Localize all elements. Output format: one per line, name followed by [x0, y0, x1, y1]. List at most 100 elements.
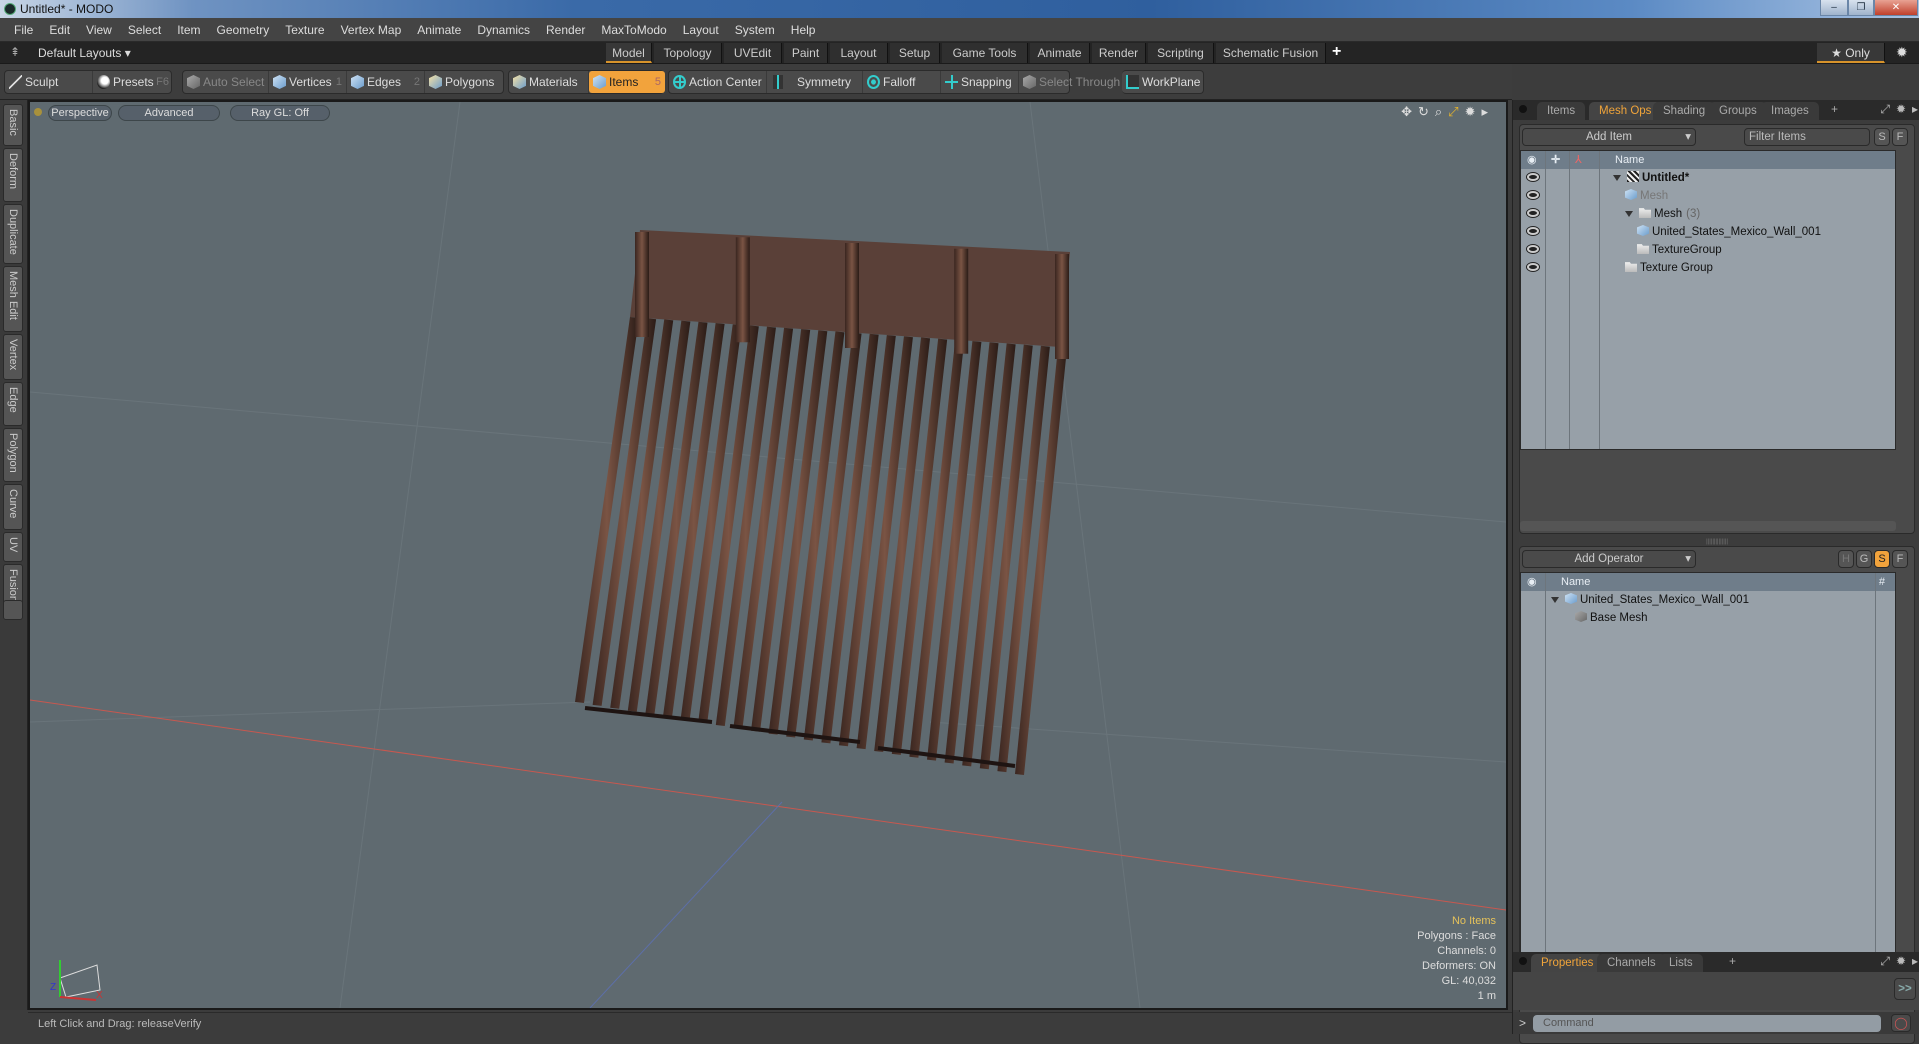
visibility-eye-icon[interactable] [1527, 173, 1539, 181]
expand-properties-button[interactable]: >> [1894, 978, 1916, 1000]
menu-file[interactable]: File [6, 23, 41, 37]
layout-tab-game-tools[interactable]: Game Tools [942, 43, 1028, 63]
items-button[interactable]: Items 5 [589, 71, 665, 93]
panel-expand-icon[interactable]: ⤢ [1880, 102, 1890, 117]
fit-icon[interactable]: ⤢ [1448, 104, 1458, 120]
command-input[interactable]: Command [1533, 1015, 1881, 1032]
add-operator-button[interactable]: Add Operator ▾ [1522, 550, 1696, 568]
panel-tab-mesh-ops[interactable]: Mesh Ops [1589, 102, 1662, 120]
advanced-button[interactable]: Advanced [118, 105, 220, 121]
panel-tab-channels[interactable]: Channels [1597, 954, 1666, 972]
left-tab-mesh-edit[interactable]: Mesh Edit [3, 266, 23, 332]
op-filter-s-button[interactable]: S [1874, 550, 1890, 568]
edges-button[interactable]: Edges 2 [347, 71, 425, 93]
op-filter-f-button[interactable]: F [1892, 550, 1908, 568]
view-type-button[interactable]: Perspective [48, 105, 112, 121]
add-panel-tab-button[interactable]: + [1729, 954, 1736, 968]
tree-row[interactable]: Texture Group [1521, 259, 1895, 277]
menu-geometry[interactable]: Geometry [209, 23, 278, 37]
3d-viewport[interactable]: Z X Perspective Advanced Ray GL: Off ✥ ↻… [28, 100, 1508, 1010]
restore-button[interactable]: ❐ [1848, 0, 1874, 16]
zoom-icon[interactable]: ⌕ [1435, 104, 1442, 120]
polygons-button[interactable]: Polygons [425, 71, 503, 93]
add-tab-button[interactable]: + [1332, 43, 1341, 61]
panel-more-icon[interactable]: ▸ [1912, 102, 1918, 116]
falloff-button[interactable]: Falloff [863, 71, 941, 93]
collapse-arrow-icon[interactable]: ⇞ [10, 45, 20, 59]
left-tab-edge[interactable]: Edge [3, 382, 23, 426]
panel-tab-images[interactable]: Images [1761, 102, 1819, 120]
menu-dynamics[interactable]: Dynamics [469, 23, 538, 37]
menu-help[interactable]: Help [783, 23, 824, 37]
panel-splitter[interactable]: |||||||||||||| [1519, 539, 1915, 545]
layout-tab-layout[interactable]: Layout [830, 43, 888, 63]
add-panel-tab-button[interactable]: + [1831, 102, 1838, 116]
s-toggle-button[interactable]: S [1874, 128, 1890, 146]
menu-select[interactable]: Select [120, 23, 169, 37]
pan-icon[interactable]: ✥ [1401, 104, 1412, 120]
add-item-button[interactable]: Add Item ▾ [1522, 128, 1696, 146]
viewport-menu-dot[interactable] [34, 108, 42, 116]
left-tab-duplicate[interactable]: Duplicate [3, 204, 23, 264]
only-toggle[interactable]: ★ Only [1817, 43, 1885, 63]
panel-menu-dot[interactable] [1519, 105, 1527, 113]
panel-tab-properties[interactable]: Properties [1531, 954, 1604, 972]
panel-tab-shading[interactable]: Shading [1653, 102, 1716, 120]
visibility-eye-icon[interactable] [1527, 191, 1539, 199]
expand-triangle-icon[interactable] [1613, 175, 1621, 181]
menu-item[interactable]: Item [169, 23, 208, 37]
filter-items-input[interactable]: Filter Items [1744, 128, 1870, 146]
menu-edit[interactable]: Edit [41, 23, 78, 37]
panel-menu-dot[interactable] [1519, 957, 1527, 965]
panel-gear-icon[interactable]: ✹ [1896, 954, 1906, 968]
visibility-eye-icon[interactable] [1527, 263, 1539, 271]
visibility-eye-icon[interactable] [1527, 245, 1539, 253]
left-tab-deform[interactable]: Deform [3, 148, 23, 202]
panel-tab-items[interactable]: Items [1537, 102, 1586, 120]
left-tab-basic[interactable]: Basic [3, 104, 23, 146]
action-center-button[interactable]: Action Center [669, 71, 767, 93]
visibility-eye-icon[interactable] [1527, 227, 1539, 235]
auto-select-button[interactable]: Auto Select [183, 71, 269, 93]
menu-texture[interactable]: Texture [277, 23, 332, 37]
panel-gear-icon[interactable]: ✹ [1896, 102, 1906, 116]
menu-system[interactable]: System [727, 23, 783, 37]
sculpt-button[interactable]: Sculpt [5, 71, 93, 93]
layout-tab-schematic-fusion[interactable]: Schematic Fusion [1216, 43, 1326, 63]
close-button[interactable]: ✕ [1874, 0, 1918, 16]
layout-tab-render[interactable]: Render [1092, 43, 1146, 63]
viewport-settings-gear-icon[interactable]: ✹ [1465, 104, 1476, 120]
op-filter-h-button[interactable]: H [1838, 550, 1854, 568]
tree-row[interactable]: Mesh [1521, 187, 1895, 205]
panel-more-icon[interactable]: ▸ [1912, 954, 1918, 968]
op-filter-g-button[interactable]: G [1856, 550, 1872, 568]
menu-animate[interactable]: Animate [409, 23, 469, 37]
menu-layout[interactable]: Layout [675, 23, 727, 37]
settings-gear-icon[interactable]: ✹ [1896, 44, 1908, 61]
layout-tab-model[interactable]: Model [606, 43, 652, 63]
raygl-button[interactable]: Ray GL: Off [230, 105, 330, 121]
symmetry-button[interactable]: Symmetry [767, 71, 863, 93]
visibility-eye-icon[interactable] [1527, 209, 1539, 217]
panel-tab-groups[interactable]: Groups [1709, 102, 1767, 120]
expand-triangle-icon[interactable] [1551, 597, 1559, 603]
left-tab-extra[interactable] [3, 600, 23, 620]
menu-maxtomodo[interactable]: MaxToModo [593, 23, 674, 37]
items-horizontal-scrollbar[interactable] [1520, 521, 1896, 531]
select-through-button[interactable]: Select Through [1019, 71, 1120, 93]
layout-tab-topology[interactable]: Topology [654, 43, 722, 63]
layout-tab-setup[interactable]: Setup [890, 43, 940, 63]
materials-button[interactable]: Materials [509, 71, 589, 93]
layout-tab-paint[interactable]: Paint [784, 43, 828, 63]
workplane-button[interactable]: WorkPlane [1122, 71, 1202, 93]
layout-menu[interactable]: Default Layouts ▾ [38, 46, 131, 60]
layout-tab-uvedit[interactable]: UVEdit [724, 43, 782, 63]
f-toggle-button[interactable]: F [1892, 128, 1908, 146]
menu-render[interactable]: Render [538, 23, 593, 37]
panel-expand-icon[interactable]: ⤢ [1880, 954, 1890, 969]
record-macro-button[interactable]: ◯ [1891, 1014, 1911, 1032]
minimize-button[interactable]: – [1820, 0, 1848, 16]
left-tab-polygon[interactable]: Polygon [3, 428, 23, 482]
panel-tab-lists[interactable]: Lists [1659, 954, 1703, 972]
op-row[interactable]: Base Mesh [1521, 609, 1895, 627]
